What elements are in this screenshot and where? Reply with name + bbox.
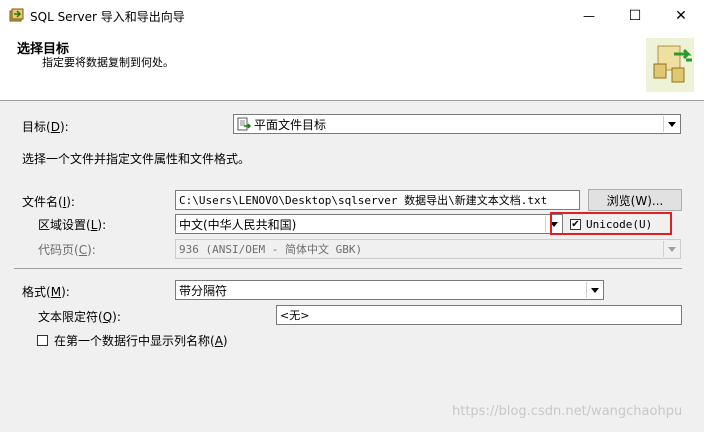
destination-value: 平面文件目标: [254, 117, 327, 132]
locale-label: 区域设置(L):: [38, 218, 107, 232]
codepage-label: 代码页(C):: [38, 243, 96, 257]
format-value: 带分隔符: [179, 283, 228, 298]
wizard-graphic-icon: [646, 38, 694, 92]
flat-file-icon: [237, 117, 251, 131]
locale-combobox[interactable]: 中文(中华人民共和国): [175, 214, 563, 234]
checkbox-unchecked-icon[interactable]: [37, 335, 48, 346]
sql-server-app-icon: [8, 8, 24, 24]
codepage-value: 936 (ANSI/OEM - 简体中文 GBK): [179, 243, 363, 256]
codepage-combobox[interactable]: 936 (ANSI/OEM - 简体中文 GBK): [175, 239, 681, 259]
format-combobox[interactable]: 带分隔符: [175, 280, 604, 300]
highlight-annotation-box: [550, 212, 672, 235]
file-name-label: 文件名(I):: [22, 195, 75, 209]
close-button[interactable]: ✕: [658, 0, 704, 32]
column-names-label: 在第一个数据行中显示列名称(A): [54, 334, 228, 348]
watermark-text: https://blog.csdn.net/wangchaohpu: [452, 404, 683, 419]
minimize-button[interactable]: —: [566, 0, 612, 32]
page-subtitle: 指定要将数据复制到何处。: [42, 56, 174, 69]
format-label: 格式(M):: [22, 285, 70, 299]
text-qualifier-label: 文本限定符(Q):: [38, 310, 121, 324]
chevron-down-icon[interactable]: [586, 282, 602, 298]
locale-value: 中文(中华人民共和国): [179, 217, 297, 232]
chevron-down-icon[interactable]: [663, 241, 679, 257]
window-title: SQL Server 导入和导出向导: [30, 10, 185, 24]
destination-label: 目标(D):: [22, 120, 69, 134]
close-icon: ✕: [675, 8, 687, 24]
section-divider: [14, 268, 682, 269]
column-names-checkbox[interactable]: 在第一个数据行中显示列名称(A): [37, 332, 228, 349]
browse-button[interactable]: 浏览(W)...: [588, 189, 682, 211]
minimize-icon: —: [583, 9, 595, 23]
maximize-icon: ☐: [628, 8, 642, 24]
instruction-text: 选择一个文件并指定文件属性和文件格式。: [22, 152, 251, 166]
maximize-button[interactable]: ☐: [612, 0, 658, 32]
chevron-down-icon[interactable]: [663, 116, 679, 132]
text-qualifier-input[interactable]: <无>: [276, 305, 682, 325]
destination-combobox[interactable]: 平面文件目标: [233, 114, 681, 134]
file-name-input[interactable]: C:\Users\LENOVO\Desktop\sqlserver 数据导出\新…: [175, 190, 580, 210]
